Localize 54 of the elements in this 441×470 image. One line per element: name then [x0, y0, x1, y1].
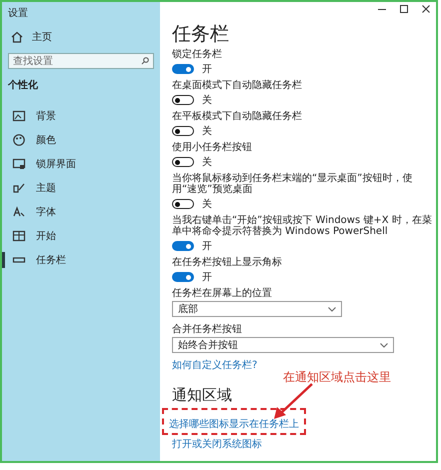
sidebar-item[interactable]: 字体: [2, 204, 160, 220]
window-title: 设置: [8, 6, 29, 20]
dropdown[interactable]: 底部: [172, 301, 342, 317]
setting-label: 当我右键单击“开始”按钮或按下 Windows 键+X 时，在菜单中将命令提示符替换为 Windows PowerShell: [172, 215, 433, 237]
annotation-text: 在通知区域点击这里: [283, 369, 391, 386]
chevron-icon: [380, 342, 388, 348]
home-link[interactable]: 主页: [32, 30, 52, 44]
toggle-switch[interactable]: [172, 157, 194, 167]
toggle-switch[interactable]: [172, 199, 194, 209]
menu-icon: [12, 205, 26, 219]
menu-icon: [12, 109, 26, 123]
sidebar-item[interactable]: 颜色: [2, 132, 160, 148]
help-link[interactable]: 如何自定义任务栏?: [172, 360, 436, 372]
setting-label: 当你将鼠标移动到任务栏末端的“显示桌面”按钮时，使用“速览”预览桌面: [172, 173, 414, 195]
sidebar-item[interactable]: 开始: [2, 228, 160, 244]
toggle-state: 开: [202, 240, 212, 253]
sidebar-item[interactable]: 任务栏: [2, 252, 160, 268]
setting-label: 合并任务栏按钮: [172, 324, 243, 335]
toggle-state: 关: [202, 124, 212, 138]
section-heading: 通知区域: [172, 386, 233, 404]
toggle-state: 关: [202, 156, 212, 169]
menu-icon: [12, 181, 26, 195]
sidebar-item[interactable]: 背景: [2, 108, 160, 124]
toggle-switch[interactable]: [172, 126, 194, 136]
toggle-state: 关: [202, 198, 212, 211]
toggle-state: 开: [202, 271, 212, 284]
toggle-state: 开: [202, 63, 212, 76]
menu-icon: [12, 157, 26, 171]
page-title: 任务栏: [172, 23, 230, 45]
setting-label: 在平板模式下自动隐藏任务栏: [172, 111, 303, 122]
dropdown[interactable]: 始终合并按钮: [172, 337, 394, 353]
settings-link[interactable]: 选择哪些图标显示在任务栏上: [169, 419, 299, 430]
toggle-state: 关: [202, 94, 212, 107]
search-icon: [141, 57, 149, 65]
home-icon: [10, 30, 24, 44]
setting-label: 在桌面模式下自动隐藏任务栏: [172, 80, 303, 91]
settings-link[interactable]: 打开或关闭系统图标: [172, 439, 262, 451]
sidebar-item[interactable]: 主题: [2, 180, 160, 196]
close-icon[interactable]: [422, 5, 430, 13]
setting-label: 锁定任务栏: [172, 49, 223, 60]
toggle-switch[interactable]: [172, 272, 194, 282]
chevron-icon: [328, 306, 336, 312]
maximize-icon[interactable]: [400, 5, 408, 13]
toggle-switch[interactable]: [172, 241, 194, 251]
setting-label: 在任务栏按钮上显示角标: [172, 257, 283, 268]
section-heading: 个性化: [8, 78, 39, 92]
menu-icon: [12, 133, 26, 147]
toggle-switch[interactable]: [172, 64, 194, 74]
sidebar-item[interactable]: 锁屏界面: [2, 156, 160, 172]
search-field[interactable]: 查找设置: [8, 53, 154, 69]
setting-label: 任务栏在屏幕上的位置: [172, 288, 273, 299]
setting-label: 使用小任务栏按钮: [172, 142, 253, 153]
menu-icon: [12, 229, 26, 243]
toggle-switch[interactable]: [172, 95, 194, 105]
